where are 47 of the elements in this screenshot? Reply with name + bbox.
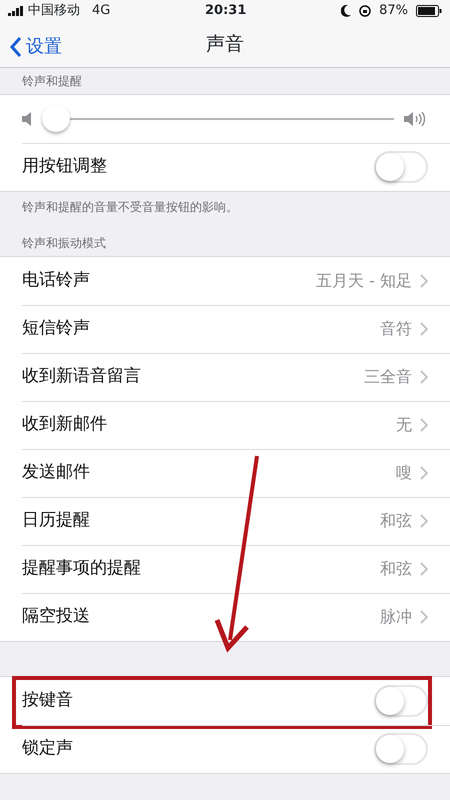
setting-value: 嗖	[396, 462, 412, 484]
chevron-right-icon	[420, 370, 428, 384]
setting-label: 收到新邮件	[22, 413, 108, 436]
chevron-right-icon	[420, 322, 428, 336]
setting-label: 按键音	[22, 689, 74, 712]
setting-label: 电话铃声	[22, 269, 91, 292]
setting-value: 三全音	[364, 366, 412, 388]
chevron-right-icon	[420, 466, 428, 480]
carrier-name: 中国移动	[28, 2, 80, 20]
setting-label: 隔空投送	[22, 605, 91, 628]
status-time: 20:31	[204, 2, 248, 20]
chevron-right-icon	[420, 610, 428, 624]
chevron-right-icon	[420, 274, 428, 288]
chevron-right-icon	[420, 514, 428, 528]
toggle-switch[interactable]	[374, 733, 428, 765]
setting-label: 短信铃声	[22, 317, 91, 340]
setting-value: 五月天 - 知足	[316, 270, 412, 292]
setting-value: 无	[396, 414, 412, 436]
section-header: 铃声和振动模式	[21, 235, 107, 252]
setting-label: 日历提醒	[22, 509, 91, 532]
setting-label: 锁定声	[22, 737, 74, 760]
battery-icon	[416, 5, 442, 17]
setting-label: 发送邮件	[22, 461, 91, 484]
setting-label: 收到新语音留言	[22, 365, 142, 388]
slider-thumb[interactable]	[42, 104, 70, 132]
battery-percent: 87%	[379, 2, 408, 20]
setting-label: 提醒事项的提醒	[22, 557, 142, 580]
back-button[interactable]: 设置	[10, 33, 62, 60]
setting-value: 音符	[380, 318, 412, 340]
moon-icon	[341, 5, 352, 17]
section-header: 铃声和提醒	[21, 73, 83, 90]
speaker-loud-icon	[404, 111, 428, 127]
toggle-switch[interactable]	[374, 685, 428, 717]
chevron-right-icon	[420, 418, 428, 432]
network-type: 4G	[92, 2, 110, 20]
screen-title: 声音	[206, 32, 244, 58]
signal-icon	[8, 6, 24, 16]
chevron-left-icon	[10, 36, 22, 58]
speaker-low-icon	[22, 112, 32, 126]
setting-value: 和弦	[380, 510, 412, 532]
section-footer: 铃声和提醒的音量不受音量按钮的影响。	[0, 192, 450, 226]
chevron-right-icon	[420, 562, 428, 576]
setting-label: 用按钮调整	[22, 155, 108, 178]
toggle-switch[interactable]	[374, 151, 428, 183]
setting-value: 和弦	[380, 558, 412, 580]
rotation-lock-icon	[359, 5, 372, 17]
setting-value: 脉冲	[380, 606, 412, 628]
